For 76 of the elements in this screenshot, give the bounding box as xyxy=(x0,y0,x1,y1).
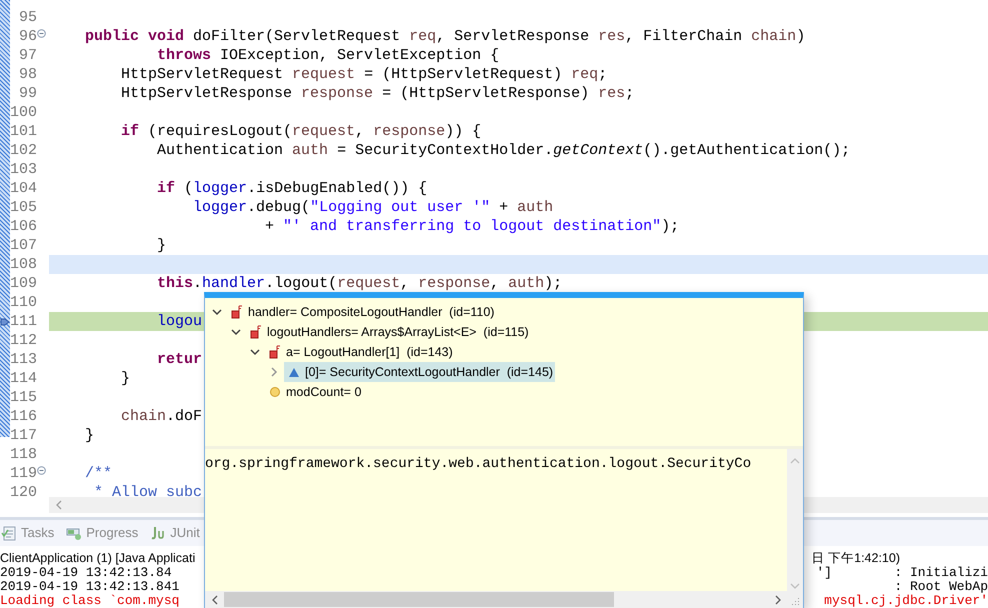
console-title-time: 日 下午1:42:10) xyxy=(812,550,900,566)
line-number: 111 xyxy=(10,312,37,331)
tree-item[interactable]: a= LogoutHandler[1] (id=143) xyxy=(265,342,455,362)
code-line: logou xyxy=(156,312,202,331)
code-line: Authentication auth = SecurityContextHolder.getContext().getAuthentication(); xyxy=(156,141,850,160)
line-number: 101 xyxy=(10,122,37,141)
collapse-icon[interactable] xyxy=(37,29,46,38)
code-line: } xyxy=(156,236,166,255)
code-line: this.handler.logout(request, response, auth); xyxy=(156,274,562,293)
code-line: HttpServletResponse response = (HttpServletResponse) res; xyxy=(120,84,634,103)
scroll-thumb[interactable] xyxy=(224,592,614,607)
instruction-pointer-icon xyxy=(0,316,10,326)
scroll-right-icon[interactable] xyxy=(773,594,783,604)
junit-icon xyxy=(150,525,166,542)
vertical-scrollbar[interactable] xyxy=(787,449,803,608)
tree-item[interactable]: modCount= 0 xyxy=(265,382,364,402)
scroll-left-icon[interactable] xyxy=(54,500,64,510)
line-number: 100 xyxy=(10,103,37,122)
code-line: /** xyxy=(84,464,112,483)
console-line: '] : Initializi xyxy=(816,566,988,580)
final-field-icon xyxy=(231,305,243,319)
line-number: 120 xyxy=(10,483,37,498)
console-line: Loading class `com.mysq xyxy=(0,594,180,608)
final-field-icon xyxy=(269,345,281,359)
line-number: 107 xyxy=(10,236,37,255)
horizontal-scrollbar[interactable] xyxy=(205,591,787,608)
code-line: + "' and transferring to logout destination"); xyxy=(264,217,680,236)
tree-item[interactable]: [0]= SecurityContextLogoutHandler (id=145) xyxy=(284,362,556,382)
line-number: 105 xyxy=(10,198,37,217)
code-line: throws IOException, ServletException { xyxy=(156,46,500,65)
line-number: 103 xyxy=(10,160,37,179)
line-number: 110 xyxy=(10,293,37,312)
console-line: 2019-04-19 13:42:13.84 xyxy=(0,566,172,580)
line-number: 116 xyxy=(10,407,37,426)
console-line: : Root WebAp xyxy=(894,580,988,594)
line-number: 119 xyxy=(10,464,37,483)
line-number: 97 xyxy=(18,46,37,65)
collapse-icon[interactable] xyxy=(37,466,46,475)
code-line: HttpServletRequest request = (HttpServletRequest) req; xyxy=(120,65,608,84)
line-number: 104 xyxy=(10,179,37,198)
code-line: logger.debug("Logging out user '" + auth xyxy=(192,198,554,217)
circle-icon xyxy=(269,386,281,398)
line-number: 108 xyxy=(10,255,37,274)
tree-item[interactable]: logoutHandlers= Arrays$ArrayList<E> (id=115) xyxy=(246,322,531,342)
code-line: if (logger.isDebugEnabled()) { xyxy=(156,179,428,198)
line-number: 114 xyxy=(10,369,37,388)
line-number: 95 xyxy=(18,8,37,27)
triangle-icon xyxy=(288,366,300,378)
scroll-up-icon[interactable] xyxy=(790,457,800,465)
line-number: 113 xyxy=(10,350,37,369)
code-line: if (requiresLogout(request, response)) { xyxy=(120,122,482,141)
scroll-left-icon[interactable] xyxy=(210,594,220,604)
line-number: 109 xyxy=(10,274,37,293)
scroll-down-icon[interactable] xyxy=(790,582,800,590)
line-number: 102 xyxy=(10,141,37,160)
line-number: 112 xyxy=(10,331,37,350)
code-line: } xyxy=(120,369,130,388)
final-field-icon xyxy=(250,325,262,339)
console-title: ClientApplication (1) [Java Applicati xyxy=(0,550,196,566)
code-line: retur xyxy=(156,350,202,369)
line-number: 118 xyxy=(10,445,37,464)
line-number: 106 xyxy=(10,217,37,236)
line-number: 115 xyxy=(10,388,37,407)
resize-grip-icon[interactable] xyxy=(790,596,800,606)
detail-text: org.springframework.security.web.authentication.logout.SecurityCo xyxy=(205,456,752,472)
code-line: public void doFilter(ServletRequest req, ServletResponse res, FilterChain chain) xyxy=(84,27,806,46)
code-line: } xyxy=(84,426,94,445)
code-line: chain.doF xyxy=(120,407,202,426)
console-line: mysql.cj.jdbc.Driver' xyxy=(824,594,988,608)
line-number: 117 xyxy=(10,426,37,445)
line-number: 96 xyxy=(18,27,37,46)
code-line: * Allow subc xyxy=(93,483,202,498)
console-line: 2019-04-19 13:42:13.841 xyxy=(0,580,180,594)
tree-item[interactable]: handler= CompositeLogoutHandler (id=110) xyxy=(227,302,496,322)
line-number: 98 xyxy=(18,65,37,84)
line-number: 99 xyxy=(18,84,37,103)
